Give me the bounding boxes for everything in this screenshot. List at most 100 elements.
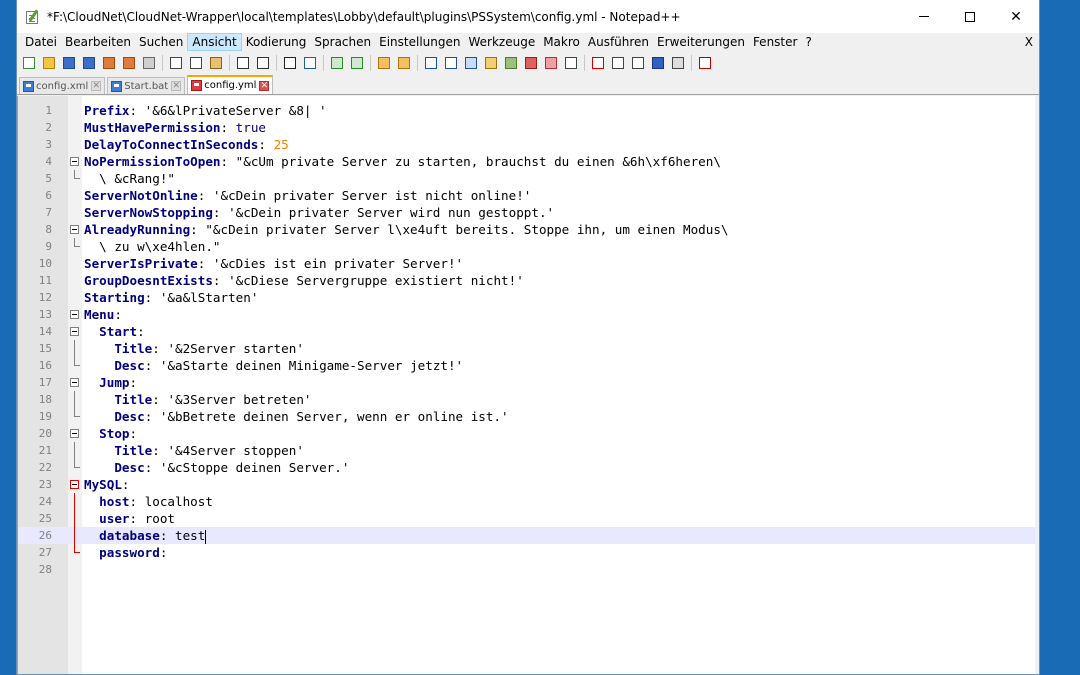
- spell-check-icon[interactable]: [697, 55, 713, 71]
- fold-toggle-icon[interactable]: [70, 221, 80, 238]
- tab-close-icon[interactable]: ✕: [259, 80, 270, 91]
- doc-map-icon[interactable]: [503, 55, 519, 71]
- code-line[interactable]: 7 ServerNowStopping: '&cDein privater Ser…: [18, 204, 1035, 221]
- code-line[interactable]: 4 NoPermissionToOpen: "&cUm private Serve…: [18, 153, 1035, 170]
- fold-toggle-icon[interactable]: [70, 476, 80, 493]
- menu-erweiterungen[interactable]: Erweiterungen: [653, 33, 749, 51]
- menu-werkzeuge[interactable]: Werkzeuge: [464, 33, 539, 51]
- fold-toggle-icon[interactable]: [70, 323, 80, 340]
- code-line[interactable]: 26 database: test: [18, 527, 1035, 544]
- code-line[interactable]: 10 ServerIsPrivate: '&cDies ist ein priva…: [18, 255, 1035, 272]
- copy-icon[interactable]: [188, 55, 204, 71]
- paste-icon[interactable]: [208, 55, 224, 71]
- code-line[interactable]: 18 Title: '&3Server betreten': [18, 391, 1035, 408]
- code-line[interactable]: 2 MustHavePermission: true: [18, 119, 1035, 136]
- undo-icon[interactable]: [235, 55, 251, 71]
- monitoring-icon[interactable]: [563, 55, 579, 71]
- sync-vertical-icon[interactable]: [376, 55, 392, 71]
- editor-area[interactable]: 1 Prefix: '&6&lPrivateServer &8| ' 2 MustHa…: [17, 96, 1035, 674]
- close-all-icon[interactable]: [121, 55, 137, 71]
- yaml-value: \ &cRang!": [99, 171, 175, 186]
- function-list-icon[interactable]: [523, 55, 539, 71]
- code-line[interactable]: 20 Stop:: [18, 425, 1035, 442]
- menu-suchen[interactable]: Suchen: [135, 33, 187, 51]
- code-line[interactable]: 6 ServerNotOnline: '&cDein privater Serve…: [18, 187, 1035, 204]
- close-window-button[interactable]: ✕: [993, 0, 1039, 33]
- fold-toggle-icon[interactable]: [70, 425, 80, 442]
- menu-einstellungen[interactable]: Einstellungen: [375, 33, 464, 51]
- menu-datei[interactable]: Datei: [21, 33, 61, 51]
- code-text: Stop:: [99, 426, 138, 441]
- code-line[interactable]: 21 Title: '&4Server stoppen': [18, 442, 1035, 459]
- code-line[interactable]: 17 Jump:: [18, 374, 1035, 391]
- play-macro-icon[interactable]: [630, 55, 646, 71]
- redo-icon[interactable]: [255, 55, 271, 71]
- folder-workspace-icon[interactable]: [543, 55, 559, 71]
- show-all-chars-icon[interactable]: [443, 55, 459, 71]
- code-line[interactable]: 1 Prefix: '&6&lPrivateServer &8| ': [18, 102, 1035, 119]
- line-number: 22: [38, 461, 52, 474]
- code-text: GroupDoesntExists: '&cDiese Servergruppe…: [84, 273, 524, 288]
- tab-config-yml[interactable]: config.yml ✕: [187, 75, 274, 94]
- stop-macro-icon[interactable]: [610, 55, 626, 71]
- new-file-icon[interactable]: [21, 55, 37, 71]
- notepadpp-app-icon: [25, 8, 41, 25]
- tab-start-bat[interactable]: Start.bat ✕: [107, 77, 186, 94]
- code-line[interactable]: 8 AlreadyRunning: "&cDein privater Server…: [18, 221, 1035, 238]
- code-line[interactable]: 9 \ zu w\xe4hlen.": [18, 238, 1035, 255]
- print-icon[interactable]: [141, 55, 157, 71]
- code-line[interactable]: 5 \ &cRang!": [18, 170, 1035, 187]
- close-icon[interactable]: [101, 55, 117, 71]
- code-line[interactable]: 3 DelayToConnectInSeconds: 25: [18, 136, 1035, 153]
- fold-toggle-icon[interactable]: [70, 374, 80, 391]
- word-wrap-icon[interactable]: [423, 55, 439, 71]
- code-line[interactable]: 28: [18, 561, 1035, 578]
- code-line[interactable]: 23 MySQL:: [18, 476, 1035, 493]
- code-line[interactable]: 15 Title: '&2Server starten': [18, 340, 1035, 357]
- save-macro-icon[interactable]: [670, 55, 686, 71]
- menu-ansicht[interactable]: Ansicht: [187, 33, 242, 51]
- record-macro-icon[interactable]: [590, 55, 606, 71]
- yaml-value: '&aStarte deinen Minigame-Server jetzt!': [159, 358, 464, 373]
- yaml-key: Jump: [99, 375, 130, 390]
- code-line[interactable]: 19 Desc: '&bBetrete deinen Server, wenn …: [18, 408, 1035, 425]
- indent-guide-icon[interactable]: [463, 55, 479, 71]
- find-icon[interactable]: [282, 55, 298, 71]
- code-line[interactable]: 16 Desc: '&aStarte deinen Minigame-Serve…: [18, 357, 1035, 374]
- open-file-icon[interactable]: [41, 55, 57, 71]
- menu-fenster[interactable]: Fenster: [749, 33, 802, 51]
- zoom-in-icon[interactable]: [329, 55, 345, 71]
- code-line[interactable]: 12 Starting: '&a&lStarten': [18, 289, 1035, 306]
- code-line[interactable]: 24 host: localhost: [18, 493, 1035, 510]
- tab-config-xml[interactable]: config.xml ✕: [19, 77, 106, 94]
- tab-close-icon[interactable]: ✕: [171, 81, 182, 91]
- tab-close-icon[interactable]: ✕: [91, 81, 102, 91]
- zoom-out-icon[interactable]: [349, 55, 365, 71]
- maximize-button[interactable]: [947, 0, 993, 33]
- menu-bearbeiten[interactable]: Bearbeiten: [61, 33, 135, 51]
- code-line[interactable]: 27 password:: [18, 544, 1035, 561]
- language-icon[interactable]: [483, 55, 499, 71]
- save-all-icon[interactable]: [81, 55, 97, 71]
- menu-sprachen[interactable]: Sprachen: [310, 33, 375, 51]
- cut-icon[interactable]: [168, 55, 184, 71]
- menu-help[interactable]: ?: [801, 33, 815, 51]
- menu-makro[interactable]: Makro: [539, 33, 584, 51]
- code-line[interactable]: 14 Start:: [18, 323, 1035, 340]
- code-line[interactable]: 25 user: root: [18, 510, 1035, 527]
- replace-icon[interactable]: [302, 55, 318, 71]
- code-line[interactable]: 13 Menu:: [18, 306, 1035, 323]
- sync-horizontal-icon[interactable]: [396, 55, 412, 71]
- code-text: Starting: '&a&lStarten': [84, 290, 259, 305]
- menu-kodierung[interactable]: Kodierung: [242, 33, 311, 51]
- save-icon[interactable]: [61, 55, 77, 71]
- fold-toggle-icon[interactable]: [70, 306, 80, 323]
- code-line[interactable]: 22 Desc: '&cStoppe deinen Server.': [18, 459, 1035, 476]
- menu-ausf-hren[interactable]: Ausführen: [584, 33, 653, 51]
- run-macro-multiple-icon[interactable]: [650, 55, 666, 71]
- code-text: Menu:: [84, 307, 122, 322]
- fold-toggle-icon[interactable]: [70, 153, 80, 170]
- close-document-button[interactable]: X: [1025, 33, 1033, 51]
- minimize-button[interactable]: [901, 0, 947, 33]
- code-line[interactable]: 11 GroupDoesntExists: '&cDiese Servergrup…: [18, 272, 1035, 289]
